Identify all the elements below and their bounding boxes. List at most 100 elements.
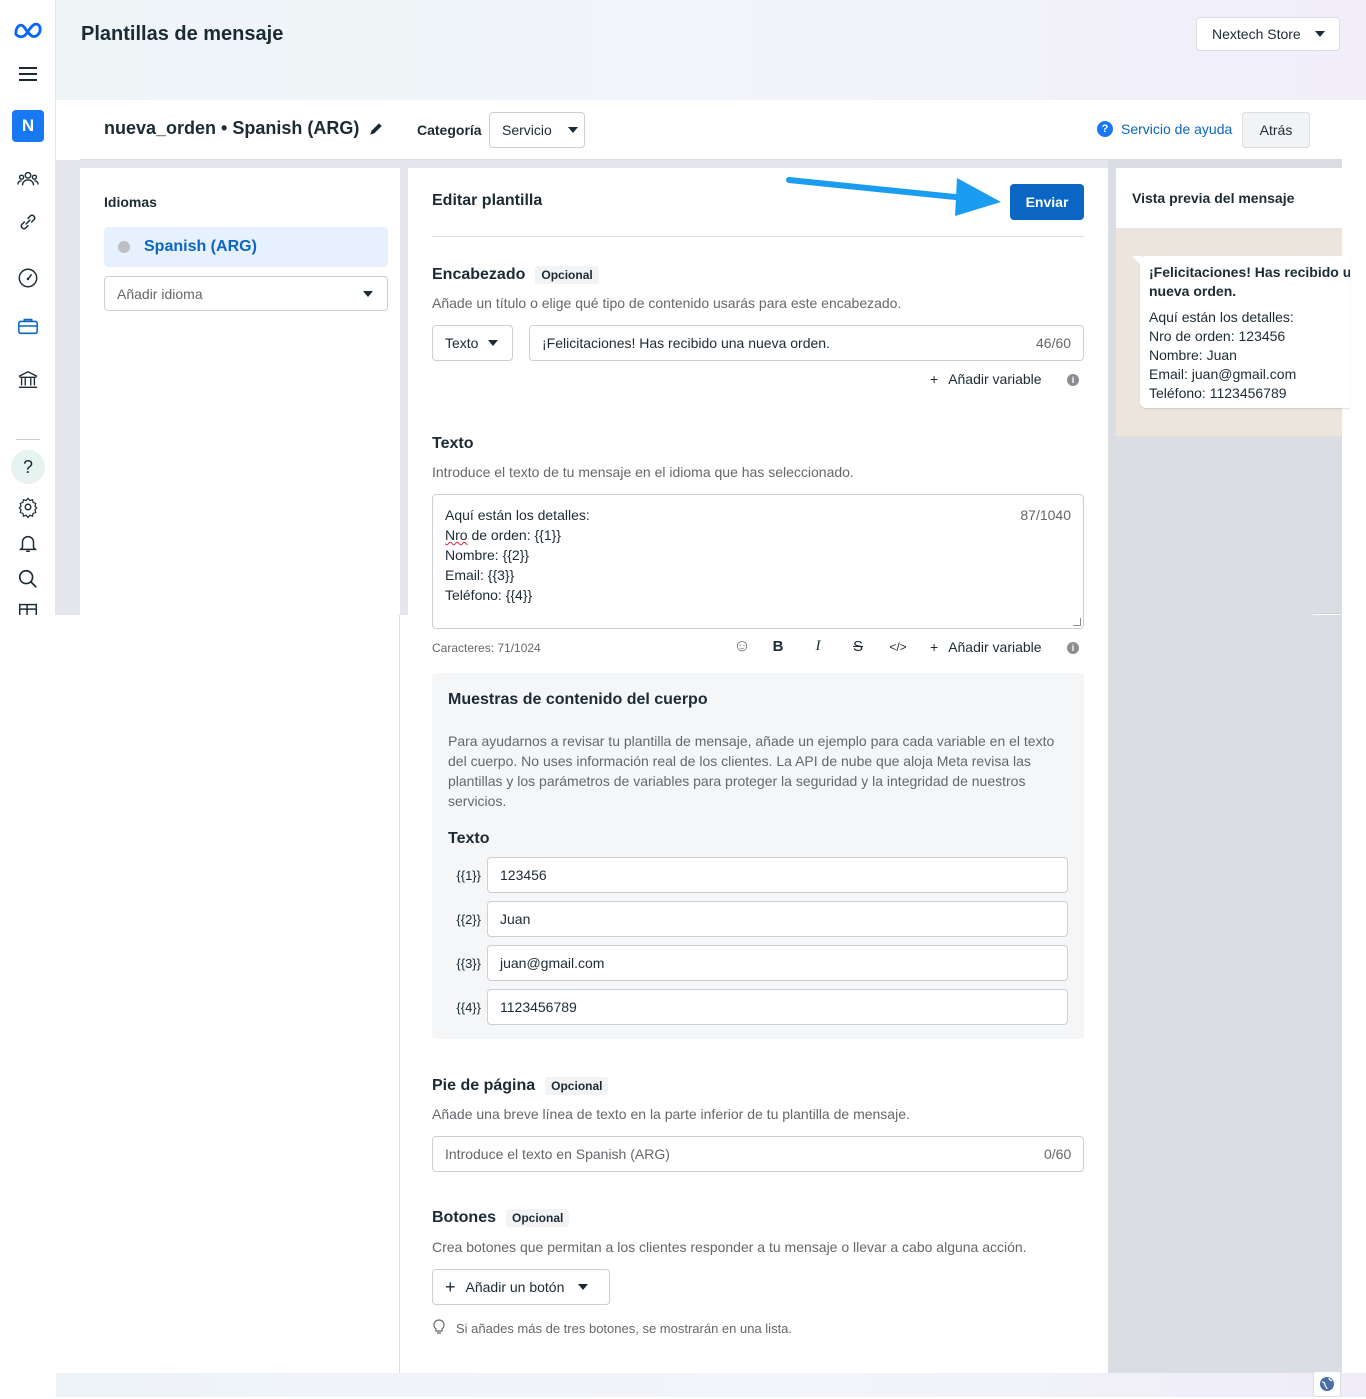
body-line: Aquí están los detalles: bbox=[445, 507, 590, 523]
lightbulb-icon bbox=[432, 1319, 446, 1338]
preview-body-line: Nro de orden: 123456 bbox=[1149, 328, 1286, 344]
info-icon[interactable]: i bbox=[1067, 642, 1079, 654]
variable-label: {{3}} bbox=[456, 955, 481, 971]
variable-row: {{2}} Juan bbox=[448, 901, 1068, 937]
preview-body-line: Teléfono: 1123456789 bbox=[1149, 385, 1287, 401]
optional-badge: Opcional bbox=[506, 1209, 570, 1227]
account-selector[interactable]: Nextech Store bbox=[1196, 17, 1340, 51]
variable-input[interactable]: 1123456789 bbox=[487, 989, 1068, 1025]
preview-header: Vista previa del mensaje bbox=[1116, 168, 1342, 228]
question-icon: ? bbox=[1097, 121, 1113, 137]
body-line: Teléfono: {{4}} bbox=[445, 587, 533, 603]
body-section-title: Texto bbox=[432, 435, 473, 453]
optional-badge: Opcional bbox=[545, 1077, 609, 1095]
languages-title: Idiomas bbox=[104, 194, 157, 210]
samples-subtitle: Texto bbox=[448, 830, 490, 847]
business-avatar[interactable]: N bbox=[12, 110, 44, 142]
plus-icon: + bbox=[930, 639, 939, 655]
page: N ? Plantillas de mensaje Nextech Store … bbox=[0, 0, 1366, 1399]
send-button[interactable]: Enviar bbox=[1010, 184, 1084, 220]
info-icon[interactable]: i bbox=[1067, 374, 1079, 386]
template-header-bar: nueva_orden • Spanish (ARG) Categoría Se… bbox=[80, 100, 1342, 160]
add-button-label: Añadir un botón bbox=[465, 1279, 565, 1295]
optional-badge: Opcional bbox=[535, 266, 599, 284]
add-language-select[interactable]: Añadir idioma bbox=[104, 276, 388, 311]
scrollbar-marker bbox=[1313, 613, 1341, 615]
buttons-hint: Si añades más de tres botones, se mostra… bbox=[432, 1319, 792, 1338]
template-name: nueva_orden • Spanish (ARG) bbox=[104, 118, 360, 138]
footer-text-input[interactable]: Introduce el texto en Spanish (ARG) bbox=[432, 1136, 1084, 1172]
emoji-icon[interactable]: ☺ bbox=[732, 636, 752, 656]
add-variable-label: Añadir variable bbox=[948, 639, 1042, 655]
people-icon[interactable] bbox=[12, 163, 44, 195]
left-nav-rail: N ? bbox=[0, 0, 56, 615]
preview-body: Aquí están los detalles: Nro de orden: 1… bbox=[1149, 308, 1341, 403]
header-counter: 46/60 bbox=[1036, 335, 1072, 351]
help-center-link[interactable]: ? Servicio de ayuda bbox=[1097, 121, 1232, 137]
help-glyph: ? bbox=[22, 456, 33, 477]
header-text-input[interactable]: ¡Felicitaciones! Has recibido una nueva … bbox=[529, 325, 1084, 361]
languages-panel: Idiomas Spanish (ARG) Añadir idioma bbox=[80, 168, 400, 615]
nav-divider bbox=[16, 439, 40, 440]
footer-counter: 0/60 bbox=[1044, 1146, 1072, 1162]
preview-title: Vista previa del mensaje bbox=[1132, 190, 1295, 206]
pencil-icon[interactable] bbox=[368, 121, 384, 137]
variable-input[interactable]: Juan bbox=[487, 901, 1068, 937]
bell-icon[interactable] bbox=[12, 527, 44, 559]
variable-label: {{4}} bbox=[456, 999, 481, 1015]
category-select[interactable]: Servicio bbox=[489, 112, 585, 148]
bold-icon[interactable]: B bbox=[768, 638, 788, 655]
preview-body-line: Aquí están los detalles: bbox=[1149, 309, 1294, 325]
header-add-variable-button[interactable]: + Añadir variable bbox=[930, 371, 1042, 387]
buttons-title: Botones bbox=[432, 1209, 496, 1226]
message-bubble: ¡Felicitaciones! Has recibido una nueva … bbox=[1140, 256, 1350, 408]
body-counter: 87/1040 bbox=[1020, 507, 1071, 523]
category-label: Categoría bbox=[417, 122, 482, 138]
buttons-description: Crea botones que permitan a los clientes… bbox=[432, 1239, 1027, 1255]
gauge-icon[interactable] bbox=[12, 262, 44, 294]
body-line: Nro de orden: {{1}} bbox=[445, 525, 1071, 545]
header-type-select[interactable]: Texto bbox=[432, 325, 513, 361]
variable-row: {{1}} 123456 bbox=[448, 857, 1068, 893]
preview-body-line: Nombre: Juan bbox=[1149, 347, 1237, 363]
language-item-selected[interactable]: Spanish (ARG) bbox=[104, 227, 388, 267]
bank-icon[interactable] bbox=[12, 364, 44, 396]
chevron-down-icon bbox=[488, 340, 498, 346]
globe-icon[interactable] bbox=[1313, 1371, 1341, 1397]
variable-input[interactable]: 123456 bbox=[487, 857, 1068, 893]
variable-input[interactable]: juan@gmail.com bbox=[487, 945, 1068, 981]
account-name: Nextech Store bbox=[1212, 26, 1301, 42]
strikethrough-icon[interactable]: S bbox=[848, 638, 868, 655]
body-textarea[interactable]: Aquí están los detalles: Nro de orden: {… bbox=[432, 494, 1084, 629]
top-background bbox=[56, 0, 1366, 100]
variable-row: {{3}} juan@gmail.com bbox=[448, 945, 1068, 981]
chevron-down-icon bbox=[363, 290, 373, 297]
gear-icon[interactable] bbox=[12, 491, 44, 523]
search-icon[interactable] bbox=[12, 563, 44, 595]
meta-logo-icon[interactable] bbox=[12, 14, 44, 46]
footer-title: Pie de página bbox=[432, 1077, 536, 1094]
help-link-label: Servicio de ayuda bbox=[1121, 121, 1233, 137]
plus-icon: + bbox=[445, 1276, 456, 1297]
code-icon[interactable]: </> bbox=[884, 640, 912, 654]
briefcase-icon[interactable] bbox=[12, 310, 44, 342]
back-button[interactable]: Atrás bbox=[1242, 112, 1310, 148]
link-icon[interactable] bbox=[12, 206, 44, 238]
spellcheck-word: Nro bbox=[445, 527, 468, 543]
resize-handle-icon[interactable] bbox=[1073, 618, 1081, 626]
body-line: Nombre: {{2}} bbox=[445, 547, 530, 563]
body-line-rest: de orden: {{1}} bbox=[467, 527, 561, 543]
character-count: Caracteres: 71/1024 bbox=[432, 641, 541, 655]
bubble-tail bbox=[1132, 256, 1142, 266]
chevron-down-icon bbox=[1314, 31, 1325, 37]
hamburger-icon[interactable] bbox=[12, 58, 44, 90]
bottom-background bbox=[56, 1373, 1366, 1397]
table-icon[interactable] bbox=[12, 600, 44, 615]
italic-icon[interactable]: I bbox=[808, 638, 828, 655]
help-icon[interactable]: ? bbox=[11, 450, 45, 484]
header-title: Encabezado bbox=[432, 266, 526, 283]
body-add-variable-button[interactable]: + Añadir variable bbox=[930, 639, 1042, 655]
page-title: Plantillas de mensaje bbox=[81, 23, 284, 45]
preview-body-line: Email: juan@gmail.com bbox=[1149, 366, 1297, 382]
add-button-dropdown[interactable]: + Añadir un botón bbox=[432, 1269, 610, 1305]
